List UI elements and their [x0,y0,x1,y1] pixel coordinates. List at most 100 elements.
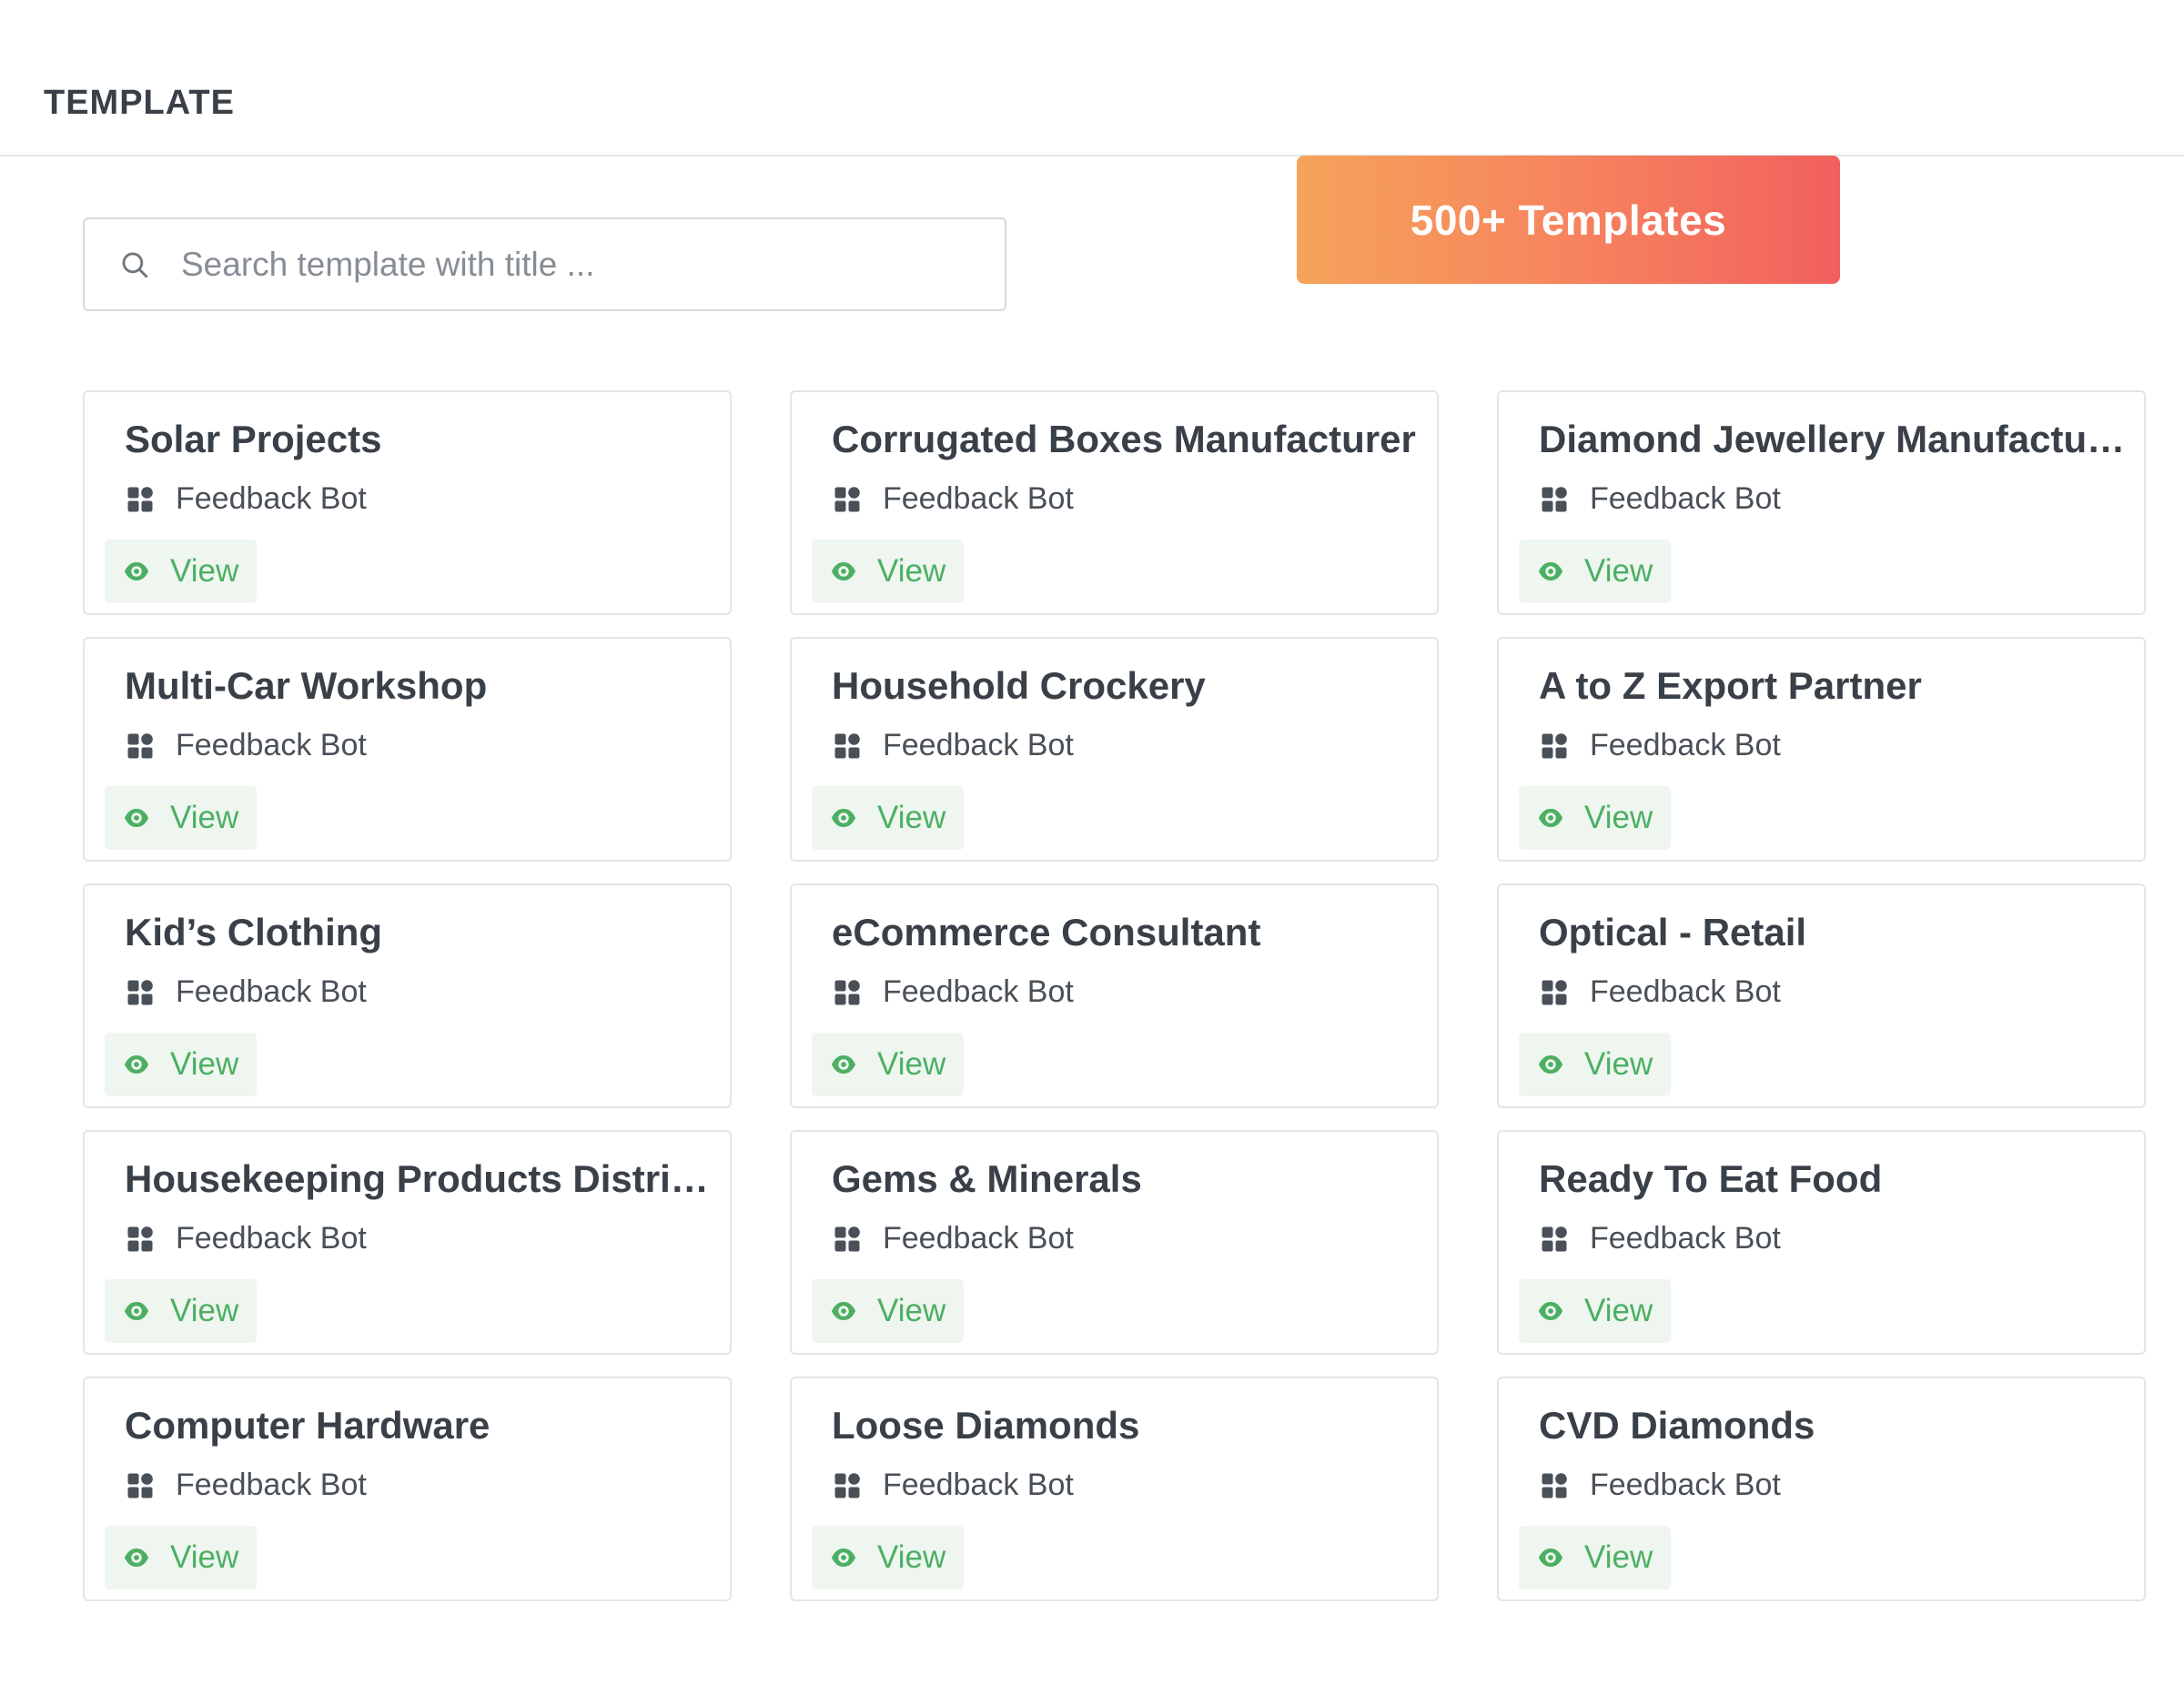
view-button[interactable]: View [105,540,258,603]
view-button-label: View [170,1046,239,1082]
template-card[interactable]: Multi-Car Workshop Feedback Bot View [83,637,732,862]
view-button[interactable]: View [812,1033,965,1096]
template-card[interactable]: Optical - Retail Feedback Bot View [1497,883,2146,1108]
template-card[interactable]: Corrugated Boxes Manufacturer Feedback B… [790,390,1439,615]
template-title: Corrugated Boxes Manufacturer [832,418,1416,460]
template-category: Feedback Bot [1541,974,1781,1010]
eye-icon [831,562,856,580]
template-category: Feedback Bot [1541,728,1781,763]
view-button-label: View [877,800,946,835]
page-title: TEMPLATE [44,84,235,122]
template-card[interactable]: CVD Diamonds Feedback Bot View [1497,1377,2146,1601]
grid-icon [834,1472,860,1498]
view-button[interactable]: View [812,540,965,603]
view-button[interactable]: View [105,1033,258,1096]
view-button[interactable]: View [1519,1033,1672,1096]
template-category: Feedback Bot [834,728,1074,763]
template-title: A to Z Export Partner [1539,664,1922,707]
template-category-label: Feedback Bot [883,974,1074,1009]
template-category: Feedback Bot [1541,1468,1781,1503]
template-card[interactable]: Household Crockery Feedback Bot View [790,637,1439,862]
view-button[interactable]: View [812,786,965,850]
eye-icon [1538,562,1563,580]
template-title: Kid’s Clothing [125,911,383,953]
template-card[interactable]: Kid’s Clothing Feedback Bot View [83,883,732,1108]
template-category: Feedback Bot [126,974,367,1010]
view-button-label: View [170,800,239,835]
grid-icon [127,732,153,758]
grid-icon [834,1226,860,1251]
template-category: Feedback Bot [1541,1221,1781,1256]
template-category-label: Feedback Bot [1590,728,1781,762]
eye-icon [124,1549,149,1567]
template-category: Feedback Bot [834,481,1074,517]
template-category: Feedback Bot [126,1221,367,1256]
template-card[interactable]: Housekeeping Products Distribu... Feedba… [83,1130,732,1355]
view-button[interactable]: View [1519,786,1672,850]
page-header: TEMPLATE [0,0,2184,156]
template-card[interactable]: Ready To Eat Food Feedback Bot View [1497,1130,2146,1355]
template-category-label: Feedback Bot [1590,481,1781,516]
template-title: Loose Diamonds [832,1404,1140,1447]
grid-icon [127,1226,153,1251]
eye-icon [1538,809,1563,827]
eye-icon [831,1055,856,1074]
template-card[interactable]: Solar Projects Feedback Bot View [83,390,732,615]
grid-icon [834,486,860,511]
templates-count-banner[interactable]: 500+ Templates [1297,156,1840,284]
view-button-label: View [877,1293,946,1328]
template-card[interactable]: Diamond Jewellery Manufacturer Feedback … [1497,390,2146,615]
view-button[interactable]: View [105,1526,258,1589]
grid-icon [127,486,153,511]
template-card[interactable]: Gems & Minerals Feedback Bot View [790,1130,1439,1355]
template-category: Feedback Bot [126,481,367,517]
template-card[interactable]: eCommerce Consultant Feedback Bot View [790,883,1439,1108]
template-category-label: Feedback Bot [176,481,367,516]
view-button[interactable]: View [1519,1526,1672,1589]
template-card[interactable]: Computer Hardware Feedback Bot View [83,1377,732,1601]
view-button-label: View [877,1539,946,1575]
template-category-label: Feedback Bot [883,481,1074,516]
search-box[interactable] [83,217,1006,311]
grid-icon [1542,486,1567,511]
eye-icon [1538,1055,1563,1074]
template-category: Feedback Bot [1541,481,1781,517]
view-button-label: View [1584,1293,1653,1328]
view-button-label: View [877,1046,946,1082]
grid-icon [834,979,860,1004]
view-button[interactable]: View [105,1279,258,1343]
eye-icon [831,1302,856,1320]
template-title: eCommerce Consultant [832,911,1261,953]
view-button-label: View [170,1293,239,1328]
template-title: CVD Diamonds [1539,1404,1815,1447]
view-button[interactable]: View [1519,1279,1672,1343]
search-input[interactable] [179,244,966,285]
template-category: Feedback Bot [126,728,367,763]
view-button-label: View [877,553,946,589]
eye-icon [831,809,856,827]
template-category: Feedback Bot [834,974,1074,1010]
template-title: Ready To Eat Food [1539,1157,1883,1200]
eye-icon [124,809,149,827]
view-button[interactable]: View [105,786,258,850]
templates-count-label: 500+ Templates [1410,196,1727,244]
grid-icon [834,732,860,758]
template-category-label: Feedback Bot [176,1221,367,1256]
view-button[interactable]: View [1519,540,1672,603]
view-button[interactable]: View [812,1526,965,1589]
eye-icon [1538,1549,1563,1567]
view-button-label: View [170,553,239,589]
view-button[interactable]: View [812,1279,965,1343]
template-category: Feedback Bot [834,1468,1074,1503]
template-title: Optical - Retail [1539,911,1807,953]
template-card[interactable]: A to Z Export Partner Feedback Bot View [1497,637,2146,862]
template-card[interactable]: Loose Diamonds Feedback Bot View [790,1377,1439,1601]
template-category-label: Feedback Bot [176,1468,367,1502]
view-button-label: View [1584,800,1653,835]
eye-icon [831,1549,856,1567]
view-button-label: View [1584,553,1653,589]
template-title: Housekeeping Products Distribu... [125,1157,716,1200]
template-category-label: Feedback Bot [1590,974,1781,1009]
eye-icon [124,562,149,580]
template-title: Computer Hardware [125,1404,490,1447]
